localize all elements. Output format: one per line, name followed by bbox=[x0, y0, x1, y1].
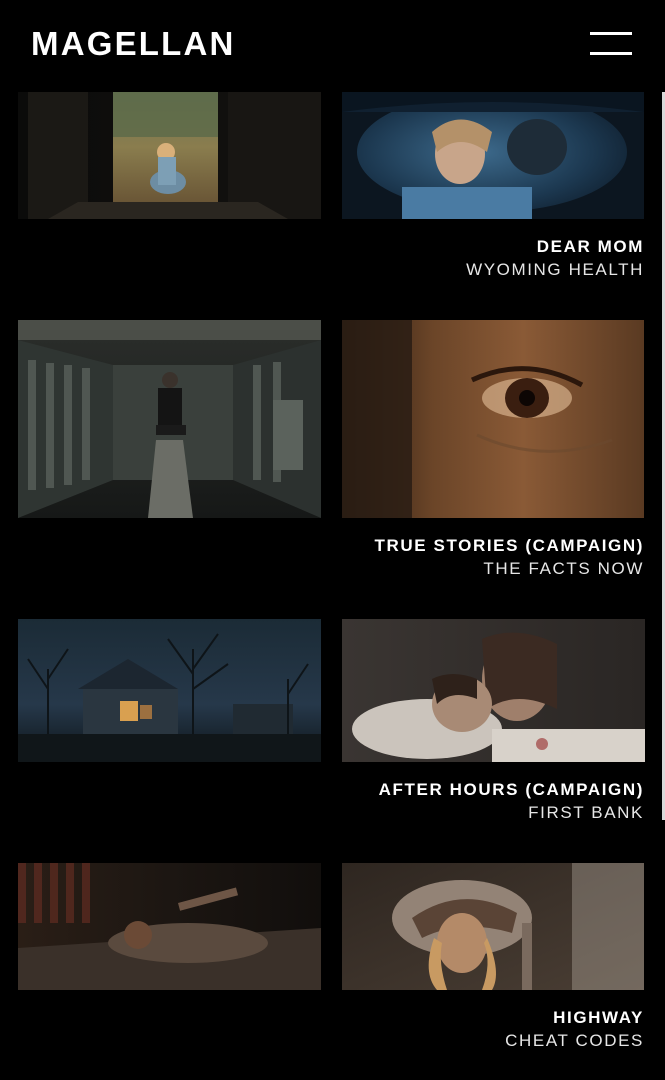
project-title[interactable]: HIGHWAY bbox=[505, 1006, 644, 1029]
project-client: CHEAT CODES bbox=[505, 1031, 644, 1050]
project-client: WYOMING HEALTH bbox=[466, 260, 644, 279]
site-logo[interactable]: MAGELLAN bbox=[31, 26, 236, 62]
project-thumbnail-after-hours-right[interactable] bbox=[342, 619, 645, 762]
project-caption-true-stories[interactable]: TRUE STORIES (CAMPAIGN) THE FACTS NOW bbox=[375, 534, 644, 580]
project-client: FIRST BANK bbox=[528, 803, 644, 822]
project-thumbnail-dear-mom-right[interactable] bbox=[342, 92, 644, 219]
project-caption-after-hours[interactable]: AFTER HOURS (CAMPAIGN) FIRST BANK bbox=[379, 778, 644, 824]
project-title[interactable]: DEAR MOM bbox=[466, 235, 644, 258]
still-house-at-night-image bbox=[18, 619, 321, 762]
project-title[interactable]: AFTER HOURS (CAMPAIGN) bbox=[379, 778, 644, 801]
menu-bar-bottom bbox=[590, 52, 632, 55]
project-thumbnail-true-stories-right[interactable] bbox=[342, 320, 644, 518]
project-title[interactable]: TRUE STORIES (CAMPAIGN) bbox=[375, 534, 644, 557]
project-thumbnail-dear-mom-left[interactable] bbox=[18, 92, 321, 219]
still-cowboy-hat-woman-image bbox=[342, 863, 644, 990]
site-header: MAGELLAN bbox=[0, 0, 665, 92]
still-woman-lying-image bbox=[342, 92, 644, 219]
project-caption-highway[interactable]: HIGHWAY CHEAT CODES bbox=[505, 1006, 644, 1052]
project-thumbnail-highway-right[interactable] bbox=[342, 863, 644, 990]
project-thumbnail-after-hours-left[interactable] bbox=[18, 619, 321, 762]
still-doorway-image bbox=[18, 92, 321, 219]
still-couple-in-bed-image bbox=[342, 619, 645, 762]
project-client: THE FACTS NOW bbox=[483, 559, 644, 578]
project-thumbnail-highway-left[interactable] bbox=[18, 863, 321, 990]
project-caption-dear-mom[interactable]: DEAR MOM WYOMING HEALTH bbox=[466, 235, 644, 281]
hamburger-menu-icon[interactable] bbox=[588, 30, 634, 58]
menu-bar-top bbox=[590, 32, 632, 35]
still-eye-closeup-image bbox=[342, 320, 644, 518]
still-man-on-bed-image bbox=[18, 863, 321, 990]
still-locker-room-image bbox=[18, 320, 321, 518]
project-thumbnail-true-stories-left[interactable] bbox=[18, 320, 321, 518]
